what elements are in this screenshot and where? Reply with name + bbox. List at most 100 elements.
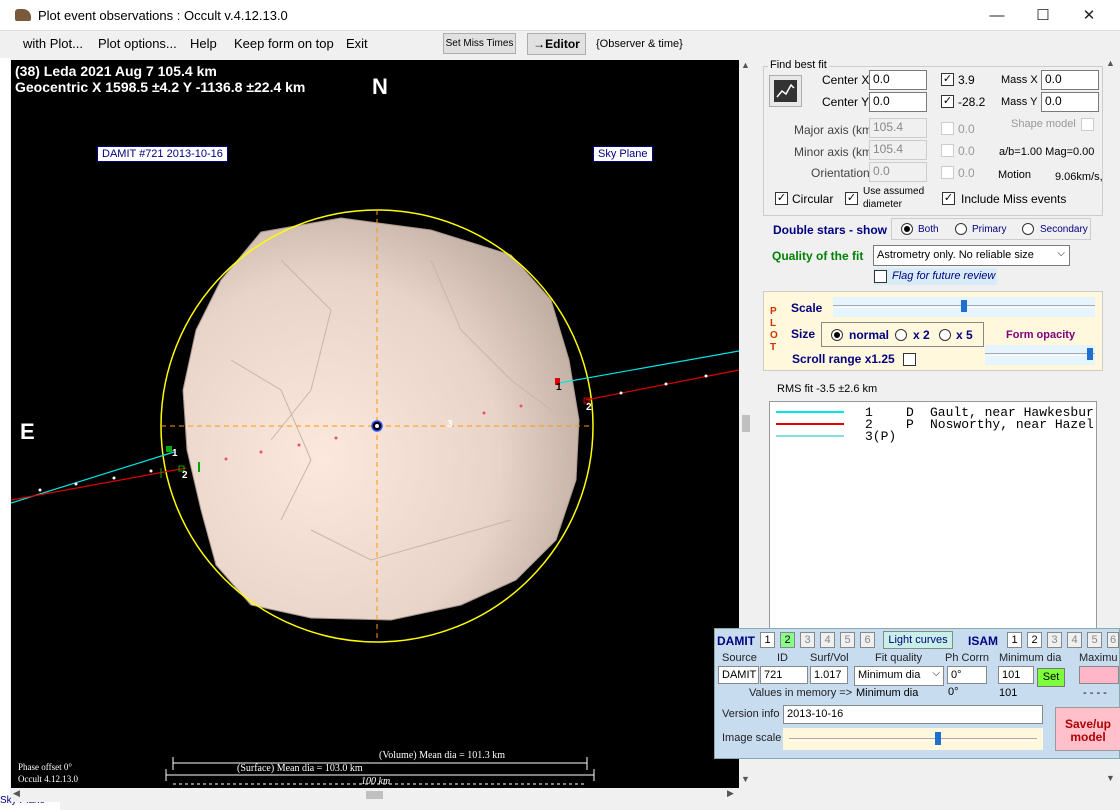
max-dia-field[interactable] bbox=[1079, 666, 1119, 684]
ph-corrn-col-label: Ph Corrn bbox=[945, 652, 990, 664]
form-opacity-label: Form opacity bbox=[1006, 329, 1076, 341]
editor-button[interactable]: →Editor bbox=[527, 33, 586, 55]
size-x5-radio[interactable] bbox=[939, 329, 951, 341]
double-stars-label: Double stars - show bbox=[773, 223, 888, 237]
fit-x-value: 3.9 bbox=[958, 73, 975, 87]
size-x5-label: x 5 bbox=[956, 328, 973, 342]
mass-x-input[interactable]: 0.0 bbox=[1041, 70, 1099, 90]
damit-model-5[interactable]: 5 bbox=[840, 632, 855, 648]
set-miss-times-button[interactable]: Set Miss Times bbox=[443, 33, 516, 54]
major-axis-checkbox[interactable] bbox=[941, 122, 954, 135]
scroll-up-icon[interactable]: ▲ bbox=[741, 60, 750, 70]
quality-select[interactable]: Astrometry only. No reliable size ⌵ bbox=[873, 245, 1070, 266]
isam-model-1[interactable]: 1 bbox=[1007, 632, 1022, 648]
scroll-down-icon[interactable]: ▼ bbox=[741, 774, 750, 784]
center-x-input[interactable]: 0.0 bbox=[869, 70, 927, 90]
isam-model-5[interactable]: 5 bbox=[1087, 632, 1102, 648]
find-best-fit-label: Find best fit bbox=[768, 59, 829, 71]
menu-plot-options[interactable]: Plot options... bbox=[98, 36, 177, 51]
size-normal-radio[interactable] bbox=[831, 329, 843, 341]
minor-axis-input[interactable]: 105.4 bbox=[869, 140, 927, 160]
size-x2-label: x 2 bbox=[913, 328, 930, 342]
fit-quality-value: Minimum dia bbox=[858, 669, 921, 681]
ph-corrn-field[interactable]: 0° bbox=[947, 666, 987, 684]
scroll-thumb-vertical[interactable] bbox=[742, 415, 750, 432]
menu-with-plot[interactable]: with Plot... bbox=[23, 36, 83, 51]
orientation-input[interactable]: 0.0 bbox=[869, 162, 927, 182]
opacity-slider[interactable] bbox=[985, 345, 1095, 365]
id-field[interactable]: 721 bbox=[760, 666, 808, 684]
scale-thumb[interactable] bbox=[961, 300, 967, 312]
surfvol-field[interactable]: 1.017 bbox=[810, 666, 848, 684]
damit-model-2[interactable]: 2 bbox=[780, 632, 795, 648]
scroll-thumb-horizontal[interactable] bbox=[366, 791, 383, 799]
menu-keep-on-top[interactable]: Keep form on top bbox=[234, 36, 334, 51]
image-scale-slider[interactable] bbox=[783, 728, 1043, 750]
circular-checkbox[interactable]: ✓ bbox=[775, 192, 788, 205]
mass-y-input[interactable]: 0.0 bbox=[1041, 92, 1099, 112]
set-button[interactable]: Set bbox=[1037, 668, 1065, 687]
scroll-range-checkbox[interactable] bbox=[903, 353, 916, 366]
size-x2-radio[interactable] bbox=[895, 329, 907, 341]
double-secondary-radio[interactable] bbox=[1022, 223, 1034, 235]
chord-1-label-right: 1 bbox=[556, 382, 562, 393]
scale-label: Scale bbox=[791, 301, 823, 315]
light-curves-button[interactable]: Light curves bbox=[883, 631, 953, 649]
scroll-left-icon[interactable]: ◀ bbox=[13, 788, 20, 799]
ab-ratio-label: a/b=1.00 Mag=0.00 bbox=[999, 146, 1095, 158]
isam-model-2[interactable]: 2 bbox=[1027, 632, 1042, 648]
damit-model-3[interactable]: 3 bbox=[800, 632, 815, 648]
center-y-label: Center Y bbox=[822, 95, 870, 109]
version-info-field[interactable]: 2013-10-16 bbox=[783, 705, 1043, 724]
plot-area[interactable]: (38) Leda 2021 Aug 7 105.4 km Geocentric… bbox=[11, 60, 739, 788]
shape-model-label: Shape model bbox=[1011, 118, 1076, 130]
mass-x-label: Mass X bbox=[1001, 74, 1038, 86]
minimize-button[interactable]: — bbox=[974, 0, 1020, 31]
maximize-button[interactable]: ☐ bbox=[1020, 0, 1066, 31]
find-best-fit-button[interactable] bbox=[769, 75, 802, 107]
isam-model-3[interactable]: 3 bbox=[1047, 632, 1062, 648]
id-col-label: ID bbox=[777, 652, 788, 664]
min-dia-field[interactable]: 101 bbox=[998, 666, 1034, 684]
isam-model-4[interactable]: 4 bbox=[1067, 632, 1082, 648]
fit-x-checkbox[interactable]: ✓ bbox=[941, 73, 954, 86]
save-model-button[interactable]: Save/up model bbox=[1055, 707, 1120, 751]
center-x-label: Center X bbox=[822, 73, 870, 87]
double-both-label: Both bbox=[918, 224, 939, 235]
background-window-edge bbox=[0, 58, 10, 810]
menu-exit[interactable]: Exit bbox=[346, 36, 368, 51]
shape-model-checkbox[interactable] bbox=[1081, 118, 1094, 131]
use-assumed-checkbox[interactable]: ✓ bbox=[845, 192, 858, 205]
close-button[interactable]: ✕ bbox=[1066, 0, 1112, 31]
scroll-right-icon[interactable]: ▶ bbox=[727, 788, 734, 799]
fit-y-checkbox[interactable]: ✓ bbox=[941, 95, 954, 108]
isam-model-6[interactable]: 6 bbox=[1107, 632, 1119, 648]
right-scroll-bottom[interactable]: ▼ bbox=[1103, 759, 1120, 789]
fit-y-value: -28.2 bbox=[958, 95, 986, 109]
right-scroll-up-icon[interactable]: ▲ bbox=[1106, 58, 1115, 68]
minor-axis-checkbox[interactable] bbox=[941, 144, 954, 157]
orientation-checkbox[interactable] bbox=[941, 166, 954, 179]
major-axis-input[interactable]: 105.4 bbox=[869, 118, 927, 138]
min-dia-col-label: Minimum dia bbox=[999, 652, 1062, 664]
damit-model-6[interactable]: 6 bbox=[860, 632, 875, 648]
volume-dia-label: (Volume) Mean dia = 101.3 km bbox=[379, 750, 505, 761]
damit-model-4[interactable]: 4 bbox=[820, 632, 835, 648]
damit-model-1[interactable]: 1 bbox=[760, 632, 775, 648]
plot-horizontal-scrollbar[interactable]: ◀ ▶ bbox=[11, 788, 739, 802]
source-field[interactable]: DAMIT bbox=[718, 666, 759, 684]
flag-review-checkbox[interactable] bbox=[874, 270, 887, 283]
image-scale-label: Image scale bbox=[722, 732, 782, 744]
include-miss-checkbox[interactable]: ✓ bbox=[942, 192, 955, 205]
opacity-thumb[interactable] bbox=[1087, 348, 1093, 360]
double-both-radio[interactable] bbox=[901, 223, 913, 235]
fit-quality-select[interactable]: Minimum dia ⌵ bbox=[854, 666, 944, 686]
right-scroll-down-icon[interactable]: ▼ bbox=[1106, 773, 1115, 783]
double-primary-radio[interactable] bbox=[955, 223, 967, 235]
scale-slider[interactable] bbox=[833, 297, 1095, 317]
center-y-input[interactable]: 0.0 bbox=[869, 92, 927, 112]
flag-review-label: Flag for future review bbox=[892, 270, 996, 282]
use-assumed-label-2: diameter bbox=[863, 199, 902, 210]
menu-help[interactable]: Help bbox=[190, 36, 217, 51]
image-scale-thumb[interactable] bbox=[935, 732, 941, 745]
